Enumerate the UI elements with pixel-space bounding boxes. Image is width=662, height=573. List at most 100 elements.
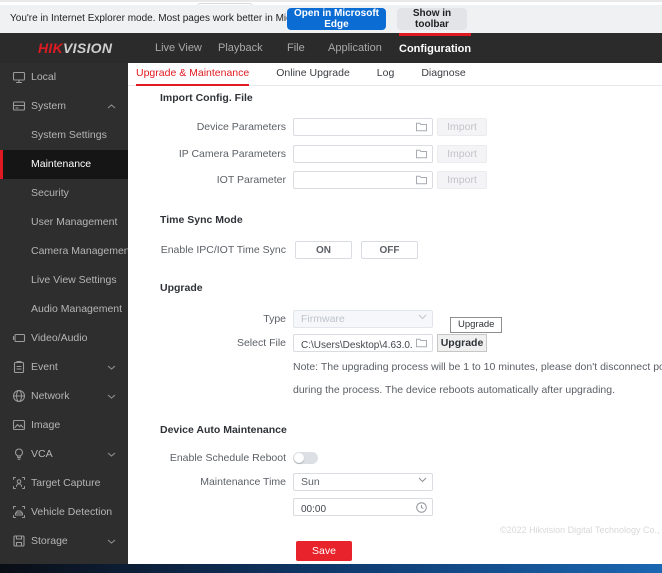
sidebar-item-system[interactable]: System — [0, 92, 128, 121]
sidebar-item-security[interactable]: Security — [0, 179, 128, 208]
sidebar-item-audio-management[interactable]: Audio Management — [0, 295, 128, 324]
vehicle-detection-icon — [12, 505, 26, 519]
upgrade-tooltip: Upgrade — [450, 317, 502, 333]
chevron-down-icon — [107, 452, 116, 457]
nav-file[interactable]: File — [287, 33, 305, 63]
sidebar-item-label: Audio Management — [31, 295, 122, 324]
tab-diagnose[interactable]: Diagnose — [421, 63, 465, 86]
section-time-sync-mode: Time Sync Mode — [160, 214, 243, 226]
target-capture-icon — [12, 476, 26, 490]
network-globe-icon — [12, 389, 26, 403]
config-sidebar: Local System System Settings Maintenance… — [0, 63, 128, 564]
sidebar-item-storage[interactable]: Storage — [0, 527, 128, 556]
time-sync-off-button[interactable]: OFF — [361, 241, 418, 259]
upgrade-button[interactable]: Upgrade — [437, 334, 487, 352]
toggle-knob — [294, 453, 304, 463]
nav-application[interactable]: Application — [328, 33, 382, 63]
chevron-down-icon — [107, 539, 116, 544]
hikvision-configuration-screen: You're in Internet Explorer mode. Most p… — [0, 0, 662, 573]
upgrade-type-row: Type Firmware — [128, 310, 662, 328]
sidebar-item-system-settings[interactable]: System Settings — [0, 121, 128, 150]
section-upgrade: Upgrade — [160, 282, 203, 294]
maintenance-day-select[interactable]: Sun — [293, 473, 433, 491]
maintenance-time-input[interactable] — [293, 498, 433, 516]
show-in-toolbar-button[interactable]: Show in toolbar — [397, 8, 467, 30]
iot-parameter-row: IOT Parameter Import — [128, 171, 662, 189]
open-in-edge-button[interactable]: Open in Microsoft Edge — [287, 8, 386, 30]
ip-camera-parameters-row: IP Camera Parameters Import — [128, 145, 662, 163]
sidebar-item-label: User Management — [31, 208, 117, 237]
logo-vision-text: VISION — [63, 40, 112, 56]
sidebar-item-vca[interactable]: VCA — [0, 440, 128, 469]
iot-parameter-file-input[interactable] — [293, 171, 433, 189]
schedule-reboot-toggle[interactable] — [293, 452, 318, 464]
device-parameters-path[interactable] — [294, 122, 432, 138]
sidebar-item-label: System Settings — [31, 121, 107, 150]
enable-schedule-reboot-label: Enable Schedule Reboot — [128, 449, 286, 467]
chevron-down-icon — [418, 314, 427, 320]
ie-mode-banner: You're in Internet Explorer mode. Most p… — [0, 5, 662, 33]
chevron-down-icon — [107, 394, 116, 399]
import-button-iot-parameter[interactable]: Import — [437, 171, 487, 189]
sidebar-item-label: Image — [31, 411, 60, 440]
logo-hik-text: HIK — [38, 40, 63, 56]
sidebar-item-maintenance[interactable]: Maintenance — [0, 150, 128, 179]
select-file-label: Select File — [128, 334, 286, 352]
select-file-input[interactable] — [293, 334, 433, 352]
sidebar-item-label: Video/Audio — [31, 324, 87, 353]
nav-playback[interactable]: Playback — [218, 33, 263, 63]
iot-parameter-path[interactable] — [294, 175, 432, 191]
event-clipboard-icon — [12, 360, 26, 374]
app-header: HIKVISION Live View Playback File Applic… — [0, 33, 662, 63]
sidebar-item-label: Vehicle Detection — [31, 498, 112, 527]
save-button[interactable]: Save — [296, 541, 352, 561]
sidebar-item-user-management[interactable]: User Management — [0, 208, 128, 237]
import-button-ip-camera-parameters[interactable]: Import — [437, 145, 487, 163]
sidebar-item-local[interactable]: Local — [0, 63, 128, 92]
device-parameters-row: Device Parameters Import — [128, 118, 662, 136]
folder-icon[interactable] — [416, 122, 427, 132]
sidebar-item-target-capture[interactable]: Target Capture — [0, 469, 128, 498]
sidebar-item-label: IoT Channel Co... — [31, 556, 113, 564]
enable-ipc-iot-time-sync-label: Enable IPC/IOT Time Sync — [128, 241, 286, 259]
nav-live-view[interactable]: Live View — [155, 33, 202, 63]
sidebar-item-network[interactable]: Network — [0, 382, 128, 411]
tab-upgrade-maintenance[interactable]: Upgrade & Maintenance — [136, 63, 249, 86]
sidebar-item-live-view-settings[interactable]: Live View Settings — [0, 266, 128, 295]
tab-online-upgrade[interactable]: Online Upgrade — [276, 63, 350, 86]
import-button-device-parameters[interactable]: Import — [437, 118, 487, 136]
tab-log[interactable]: Log — [377, 63, 395, 86]
sidebar-item-event[interactable]: Event — [0, 353, 128, 382]
video-audio-icon — [12, 331, 26, 345]
chevron-down-icon — [418, 477, 427, 483]
folder-icon[interactable] — [416, 175, 427, 185]
maintenance-time-row: Maintenance Time Sun — [128, 473, 662, 491]
maintenance-time-label: Maintenance Time — [128, 473, 286, 491]
ip-camera-parameters-file-input[interactable] — [293, 145, 433, 163]
sidebar-item-video-audio[interactable]: Video/Audio — [0, 324, 128, 353]
sidebar-item-label: Maintenance — [31, 150, 91, 179]
nav-configuration[interactable]: Configuration — [399, 33, 471, 63]
sidebar-item-image[interactable]: Image — [0, 411, 128, 440]
sidebar-item-iot-channel[interactable]: IoT Channel Co... — [0, 556, 128, 564]
clock-icon[interactable] — [416, 502, 427, 513]
sidebar-item-camera-management[interactable]: Camera Management — [0, 237, 128, 266]
folder-icon[interactable] — [416, 149, 427, 159]
ip-camera-parameters-path[interactable] — [294, 149, 432, 165]
upgrade-type-select[interactable]: Firmware — [293, 310, 433, 328]
copyright-text: ©2022 Hikvision Digital Technology Co., … — [500, 525, 662, 535]
folder-icon[interactable] — [416, 338, 427, 348]
time-sync-on-button[interactable]: ON — [295, 241, 352, 259]
section-import-config-file: Import Config. File — [160, 92, 253, 104]
maintenance-content: Upgrade & Maintenance Online Upgrade Log… — [128, 63, 662, 564]
sidebar-item-label: Target Capture — [31, 469, 100, 498]
sidebar-item-label: Storage — [31, 527, 68, 556]
sidebar-item-vehicle-detection[interactable]: Vehicle Detection — [0, 498, 128, 527]
maintenance-time-value[interactable] — [294, 502, 432, 518]
select-file-path[interactable] — [294, 338, 432, 354]
maintenance-tabbar: Upgrade & Maintenance Online Upgrade Log… — [128, 63, 662, 86]
storage-disk-icon — [12, 534, 26, 548]
device-parameters-file-input[interactable] — [293, 118, 433, 136]
vca-bulb-icon — [12, 447, 26, 461]
maintenance-clock-row — [128, 498, 662, 516]
